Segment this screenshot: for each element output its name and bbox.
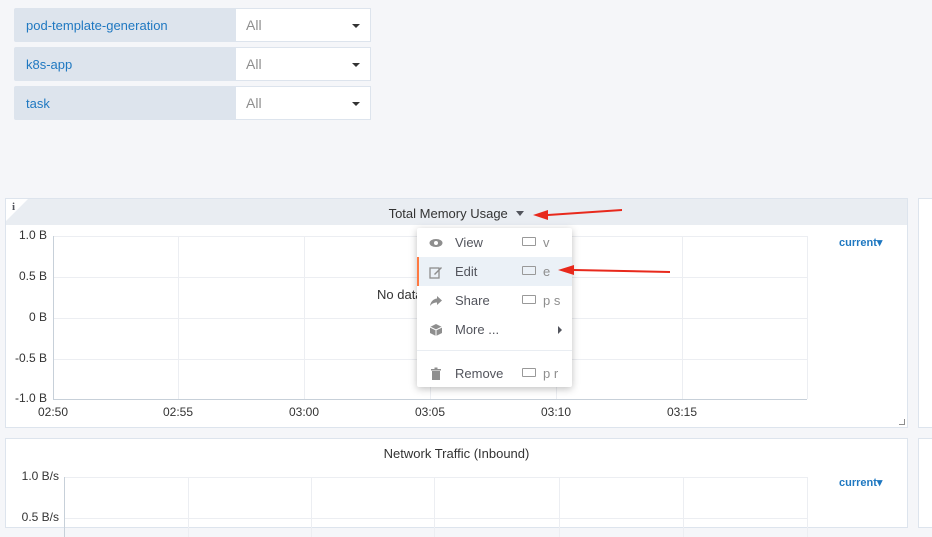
menu-item-shortcut: p r [543,366,559,381]
x-tick-label: 03:00 [288,405,320,419]
x-tick-label: 03:10 [540,405,572,419]
keyboard-icon [522,266,536,275]
variable-select[interactable]: All [236,47,371,81]
variable-select[interactable]: All [236,86,371,120]
variable-row-pod-template-generation: pod-template-generation All [14,8,371,42]
grid-line [807,477,808,537]
keyboard-icon [522,295,536,304]
grid-line [178,236,179,399]
y-tick-label: -0.5 B [14,351,47,365]
no-data-text: No data [377,287,423,302]
y-axis-line [53,236,54,399]
grid-line [304,236,305,399]
keyboard-icon [522,237,536,246]
legend-current[interactable]: current▾ [839,236,882,249]
x-tick-label: 03:05 [414,405,446,419]
panel-context-menu: View v Edit e Share p s More ... Remove … [417,228,572,387]
trash-icon [429,367,443,381]
menu-divider [417,350,572,351]
resize-handle-icon[interactable] [899,419,905,425]
caret-down-icon [352,102,360,106]
panel-title[interactable]: Total Memory Usage [6,206,907,221]
share-icon [429,294,443,308]
grid-line [559,477,560,537]
menu-item-remove[interactable]: Remove p r [417,359,572,388]
y-tick-label: -1.0 B [14,391,47,405]
x-axis-line [53,399,807,400]
y-tick-label: 1.0 B/s [21,469,59,483]
eye-icon [429,236,443,250]
x-tick-label: 03:15 [666,405,698,419]
menu-item-shortcut: e [543,264,551,279]
menu-item-label: View [455,235,483,250]
legend-current[interactable]: current▾ [839,476,882,489]
x-tick-label: 02:55 [162,405,194,419]
menu-item-label: Edit [455,264,478,279]
caret-down-icon [352,24,360,28]
variable-value: All [246,17,262,33]
y-tick-label: 1.0 B [18,228,47,242]
y-axis-line [64,477,65,537]
menu-item-more[interactable]: More ... [417,315,572,344]
grid-line [682,236,683,399]
keyboard-icon [522,368,536,377]
variable-row-k8s-app: k8s-app All [14,47,371,81]
menu-item-shortcut: v [543,235,550,250]
panel-header: i Total Memory Usage [6,199,907,225]
grid-line [64,477,807,478]
annotation-arrow-edit [558,265,670,275]
side-panel [918,438,932,528]
grid-line [188,477,189,537]
variable-value: All [246,56,262,72]
side-panel [918,198,932,428]
grid-line [807,236,808,399]
edit-icon [429,265,443,279]
panel-menu-caret-icon[interactable] [516,211,525,216]
variable-value: All [246,95,262,111]
menu-item-label: Share [455,293,490,308]
panel-network-traffic-inbound: Network Traffic (Inbound) 1.0 B/s 0.5 B/… [5,438,908,537]
submenu-caret-icon [558,326,562,334]
x-tick-label: 02:50 [37,405,69,419]
grid-line [311,477,312,537]
y-tick-label: 0.5 B [18,269,47,283]
variable-row-task: task All [14,86,371,120]
y-tick-label: 0 B [28,310,47,324]
variable-label[interactable]: k8s-app [14,47,236,81]
menu-item-label: More ... [455,322,500,337]
y-tick-label: 0.5 B/s [21,510,59,524]
caret-down-icon [352,63,360,67]
annotation-arrow-title [533,209,622,220]
grid-line [434,477,435,537]
menu-item-shortcut: p s [543,293,561,308]
variable-select[interactable]: All [236,8,371,42]
panel-title[interactable]: Network Traffic (Inbound) [6,446,907,461]
menu-item-edit[interactable]: Edit e [417,257,572,286]
menu-item-label: Remove [455,366,504,381]
grid-line [683,477,684,537]
variable-label[interactable]: pod-template-generation [14,8,236,42]
cube-icon [429,323,443,337]
menu-item-view[interactable]: View v [417,228,572,257]
variable-label[interactable]: task [14,86,236,120]
panel-title-text: Total Memory Usage [388,206,508,221]
menu-item-share[interactable]: Share p s [417,286,572,315]
